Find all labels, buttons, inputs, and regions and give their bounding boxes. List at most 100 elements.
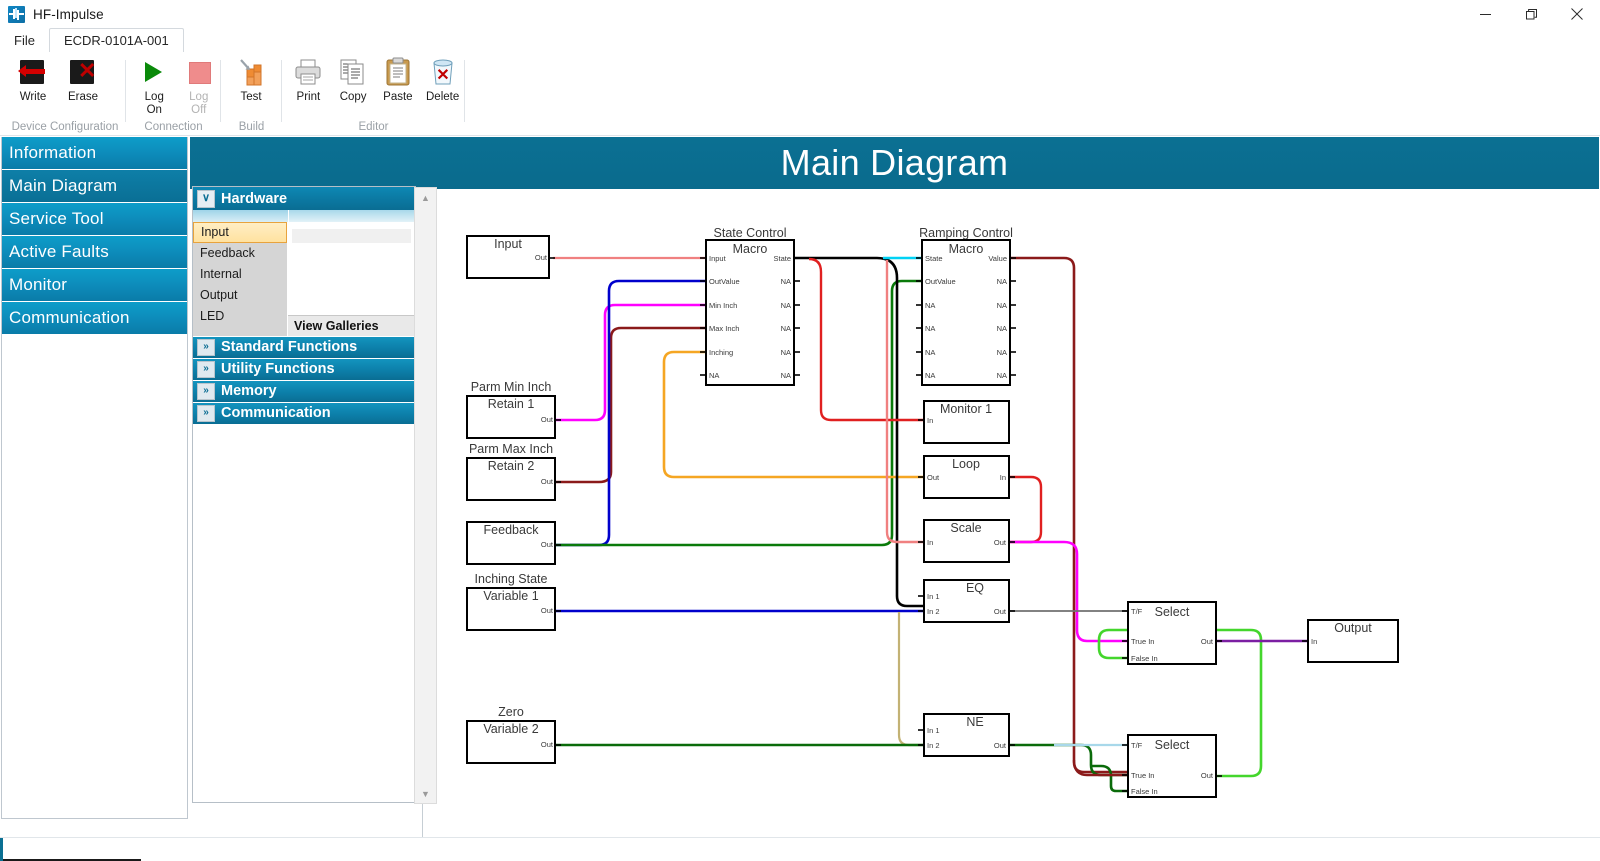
erase-button[interactable]: ✕ Erase [58,55,108,104]
chevron-down-icon[interactable]: ▼ [415,784,436,803]
gallery-item-feedback[interactable]: Feedback [193,243,287,264]
block-variable-1[interactable]: Inching State Variable 1 Out [466,572,561,631]
pin-in-outvalue: OutValue [709,277,740,286]
pin-in-state: State [925,254,943,263]
block-ramping-control[interactable]: Ramping Control Macro State OutValue NA … [916,226,1016,386]
wire-ramping-value [1010,256,1128,774]
sidebar-item-service-tool[interactable]: Service Tool [2,203,187,236]
sidebar-item-active-faults[interactable]: Active Faults [2,236,187,269]
gallery-item-led[interactable]: LED [193,306,287,327]
chevron-up-icon[interactable]: ▲ [415,188,436,207]
chevron-double-down-icon: ∨ [197,189,215,208]
sidebar-item-communication[interactable]: Communication [2,302,187,335]
application-window: HF-Impulse File ECDR-0101A-001 Write ✕ E… [0,0,1600,861]
gallery-section-standard-functions[interactable]: » Standard Functions [193,336,415,358]
app-waveform-icon [8,5,25,23]
block-monitor-1[interactable]: Monitor 1 In [918,400,1010,444]
gallery-item-internal[interactable]: Internal [193,264,287,285]
sidebar: Information Main Diagram Service Tool Ac… [1,137,188,819]
block-loop[interactable]: Loop Out In [918,455,1015,499]
log-on-label: Log On [145,91,164,116]
accent-bar [0,838,3,861]
block-input[interactable]: Input Out [466,235,555,279]
block-retain1-pin-out: Out [541,415,554,424]
log-on-button[interactable]: Log On [132,55,177,116]
block-scale[interactable]: Scale In Out [918,519,1015,563]
gallery-section-label: Utility Functions [221,361,335,377]
play-icon [137,55,171,89]
paste-icon [381,55,415,89]
block-retain-1[interactable]: Parm Min Inch Retain 1 Out [466,380,561,439]
pin-in-na-r4: NA [925,371,935,380]
paste-button[interactable]: Paste [376,55,421,104]
minimize-icon[interactable] [1462,0,1508,28]
view-galleries-button[interactable]: View Galleries [288,315,415,336]
gallery-section-communication[interactable]: » Communication [193,402,415,424]
block-variable-2[interactable]: Zero Variable 2 Out [466,705,561,764]
gallery-section-utility-functions[interactable]: » Utility Functions [193,358,415,380]
sidebar-item-information[interactable]: Information [2,137,187,170]
block-feedback-title: Feedback [484,523,540,537]
gallery-section-label: Standard Functions [221,339,358,355]
block-state-control[interactable]: State Control Macro Input OutValue Min I… [700,226,800,386]
chevron-double-right-icon: » [197,405,215,422]
block-output[interactable]: Output In [1302,619,1399,663]
page-title: Main Diagram [190,137,1599,189]
maximize-icon[interactable] [1508,0,1554,28]
pin-out-na5: NA [781,371,791,380]
group-title-connection: Connection [144,121,203,133]
svg-text:✕: ✕ [436,67,449,84]
block-feedback[interactable]: Feedback Out [466,521,561,565]
delete-button[interactable]: ✕ Delete [420,55,465,104]
pin-out-na3: NA [781,324,791,333]
print-button[interactable]: Print [286,55,331,104]
block-scale-pin-out: Out [994,538,1007,547]
erase-icon: ✕ [66,55,100,89]
block-select-2[interactable]: Select T/F True In False In Out [1122,734,1222,798]
block-state-control-caption: State Control [714,226,787,240]
test-button[interactable]: Test [226,55,276,104]
block-eq[interactable]: EQ In 1 In 2 Out [918,579,1015,623]
block-eq-pin-in2: In 2 [927,607,940,616]
copy-button[interactable]: Copy [331,55,376,104]
block-ne-pin-in1: In 1 [927,726,940,735]
tab-ecdr-0101a-001[interactable]: ECDR-0101A-001 [48,28,184,53]
diagram-canvas[interactable]: Input Out State Control Macro Input OutV… [422,189,1600,838]
pin-in-na: NA [709,371,719,380]
pin-in-inching: Inching [709,348,733,357]
block-eq-title: EQ [966,581,984,595]
gallery-header-label: Hardware [221,190,288,207]
block-loop-pin-out: Out [927,473,940,482]
gallery-item-output[interactable]: Output [193,285,287,306]
block-retain-2[interactable]: Parm Max Inch Retain 2 Out [466,442,561,501]
gallery-body: Input Feedback Internal Output LED View … [193,210,415,336]
sidebar-item-main-diagram[interactable]: Main Diagram [2,170,187,203]
block-input-pin-out: Out [535,253,548,262]
window-controls [1462,0,1600,28]
gallery-header-hardware[interactable]: ∨ Hardware [193,187,415,210]
block-ne-pin-out: Out [994,741,1007,750]
gallery-scrollbar[interactable]: ▲ ▼ [414,187,437,804]
gallery-item-input[interactable]: Input [193,222,287,243]
ribbon-body: Write ✕ Erase Device Configuration Log O… [0,52,1600,136]
write-icon [16,55,50,89]
log-off-line2: Off [191,103,207,116]
erase-label: Erase [67,91,99,103]
sidebar-item-monitor[interactable]: Monitor [2,269,187,302]
gallery-section-memory[interactable]: » Memory [193,380,415,402]
log-off-line1: Log [189,91,209,103]
close-icon[interactable] [1554,0,1600,28]
block-eq-pin-in1: In 1 [927,592,940,601]
block-variable1-pin-out: Out [541,606,554,615]
block-select1-title: Select [1155,605,1190,619]
block-select-1[interactable]: Select T/F True In False In Out [1122,601,1222,665]
wire-scale-to-select1-true [1009,540,1128,643]
block-ne[interactable]: NE In 1 In 2 Out [918,713,1015,757]
tab-file[interactable]: File [0,29,49,52]
print-label: Print [296,91,321,103]
write-button[interactable]: Write [8,55,58,104]
block-retain2-pin-out: Out [541,477,554,486]
ribbon: File ECDR-0101A-001 Write ✕ Erase Device… [0,28,1600,136]
block-loop-pin-in: In [1000,473,1006,482]
wire-outvalue [555,279,706,547]
